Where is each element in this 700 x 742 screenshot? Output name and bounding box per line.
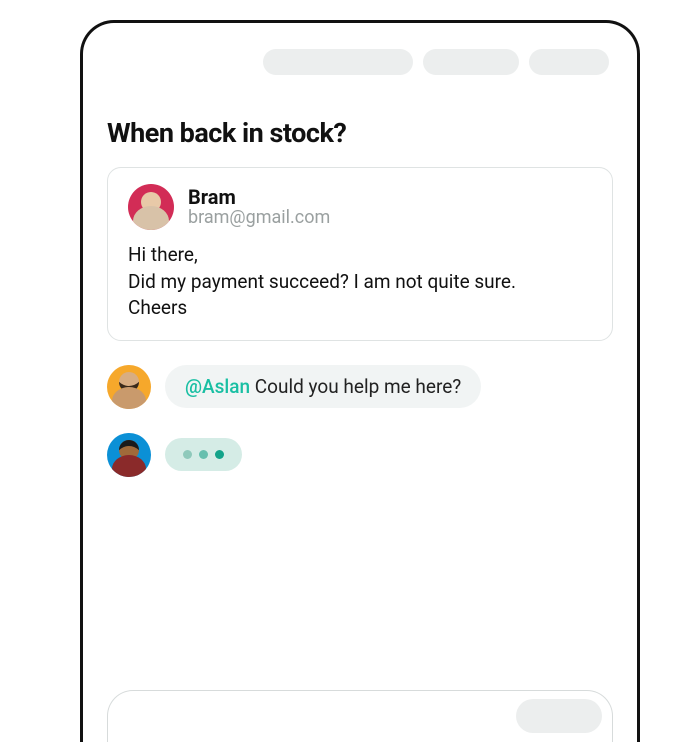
header-pill-3[interactable]: [529, 49, 609, 75]
header-actions: [263, 49, 609, 75]
internal-note-bubble: @Aslan Could you help me here?: [165, 365, 481, 408]
device-frame: When back in stock? Bram bram@gmail.com …: [80, 20, 640, 742]
note-text: Could you help me here?: [250, 375, 461, 398]
email-card: Bram bram@gmail.com Hi there, Did my pay…: [107, 167, 613, 341]
email-body-line: Did my payment succeed? I am not quite s…: [128, 269, 592, 296]
agent-avatar: [107, 433, 151, 477]
composer-send-button[interactable]: [516, 699, 602, 733]
email-header: Bram bram@gmail.com: [128, 184, 592, 230]
mention[interactable]: @Aslan: [185, 375, 250, 398]
typing-dot-icon: [183, 450, 192, 459]
agent-avatar: [107, 365, 151, 409]
sender-info: Bram bram@gmail.com: [188, 186, 330, 228]
typing-indicator: [165, 438, 242, 471]
sender-avatar: [128, 184, 174, 230]
typing-dot-icon: [199, 450, 208, 459]
conversation-content: When back in stock? Bram bram@gmail.com …: [107, 117, 613, 477]
email-body: Hi there, Did my payment succeed? I am n…: [128, 242, 592, 322]
conversation-title: When back in stock?: [107, 117, 613, 149]
sender-email: bram@gmail.com: [188, 208, 330, 228]
typing-row: [107, 433, 613, 477]
email-body-line: Cheers: [128, 295, 592, 322]
internal-note-row: @Aslan Could you help me here?: [107, 365, 613, 409]
composer-input[interactable]: [107, 690, 613, 742]
typing-dot-icon: [215, 450, 224, 459]
header-pill-2[interactable]: [423, 49, 519, 75]
email-body-line: Hi there,: [128, 242, 592, 269]
sender-name: Bram: [188, 186, 330, 208]
header-pill-1[interactable]: [263, 49, 413, 75]
